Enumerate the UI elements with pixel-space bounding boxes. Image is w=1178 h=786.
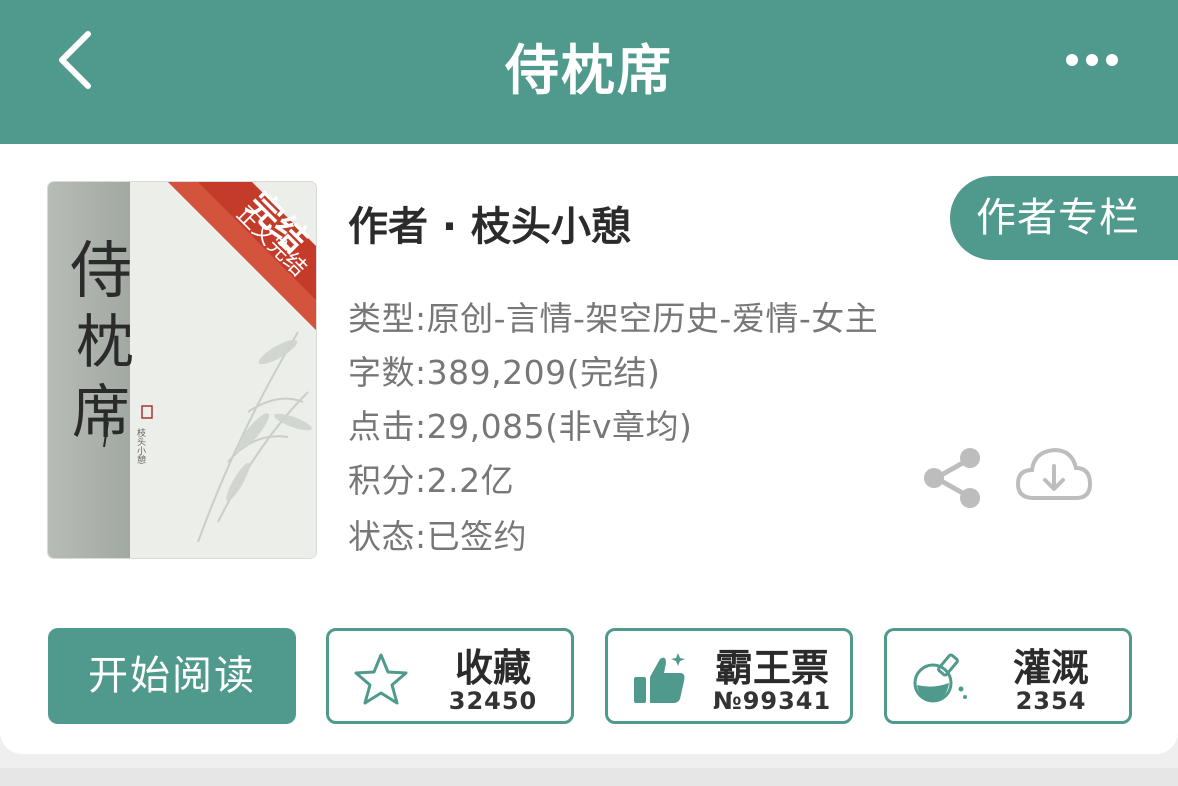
share-icon [924, 448, 980, 508]
favorite-label: 收藏 [454, 646, 531, 690]
water-label: 灌溉 [1012, 646, 1089, 690]
page-title: 侍枕席 [505, 39, 673, 102]
star-icon [354, 653, 408, 705]
book-word-count: 字数:389,209(完结) [348, 353, 661, 392]
ticket-button[interactable]: 霸王票 №99341 [605, 628, 853, 724]
more-button[interactable] [1060, 44, 1124, 76]
cover-title-char-3: 席 [72, 378, 130, 446]
water-count: 2354 [1015, 687, 1087, 715]
more-dots-icon [1066, 54, 1118, 66]
book-genre: 类型:原创-言情-架空历史-爱情-女主 [348, 299, 879, 338]
book-clicks: 点击:29,085(非v章均) [348, 407, 693, 446]
ticket-count: №99341 [712, 687, 832, 715]
favorite-count: 32450 [448, 687, 538, 715]
author-name[interactable]: 作者 · 枝头小憩 [348, 194, 631, 252]
share-button[interactable] [920, 446, 984, 510]
next-section-edge [0, 768, 1178, 786]
watering-flask-icon [913, 653, 967, 703]
top-nav-bar: 侍枕席 [0, 0, 1178, 144]
cloud-download-icon [1015, 447, 1093, 500]
download-button[interactable] [1014, 442, 1094, 508]
ticket-label: 霸王票 [714, 646, 829, 690]
favorite-button[interactable]: 收藏 32450 [326, 628, 574, 724]
author-column-button[interactable]: 作者专栏 [950, 176, 1178, 260]
start-reading-button[interactable]: 开始阅读 [48, 628, 296, 724]
cover-title-char-1: 侍 [70, 234, 132, 307]
book-status: 状态:已签约 [348, 517, 528, 556]
cover-title-char-2: 枕 [76, 308, 134, 376]
thumbs-up-icon [634, 653, 685, 703]
water-button[interactable]: 灌溉 2354 [884, 628, 1132, 724]
book-cover[interactable]: 侍 枕 席 枝头小憩 完结 正文完结 [48, 182, 316, 558]
book-points: 积分:2.2亿 [348, 461, 515, 500]
cover-art: 侍 枕 席 枝头小憩 完结 正文完结 [48, 182, 316, 558]
book-info-card: 侍 枕 席 枝头小憩 完结 正文完结 作者 · 枝头小憩 作者专栏 类型:原创-… [0, 144, 1178, 754]
cover-author-small: 枝头小憩 [135, 427, 146, 464]
